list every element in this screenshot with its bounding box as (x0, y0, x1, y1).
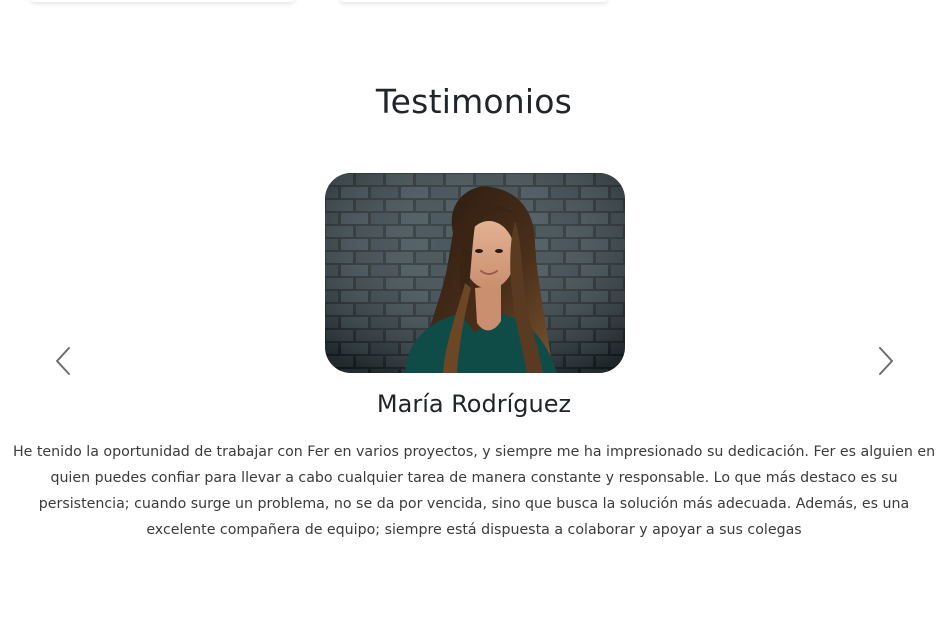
chevron-right-icon (879, 347, 893, 375)
testimonial-quote: He tenido la oportunidad de trabajar con… (12, 444, 936, 538)
carousel-prev-button[interactable] (52, 345, 76, 377)
testimonials-page: Testimonios María Rodríguez He tenido la… (0, 0, 948, 618)
testimonial-photo (325, 173, 625, 373)
chevron-left-icon (56, 347, 70, 375)
carousel-next-button[interactable] (873, 345, 897, 377)
section-title: Testimonios (375, 82, 573, 121)
testimonial-author-name: María Rodríguez (376, 390, 572, 418)
top-card-edge-left (30, 0, 295, 2)
top-card-edge-right (340, 0, 608, 2)
